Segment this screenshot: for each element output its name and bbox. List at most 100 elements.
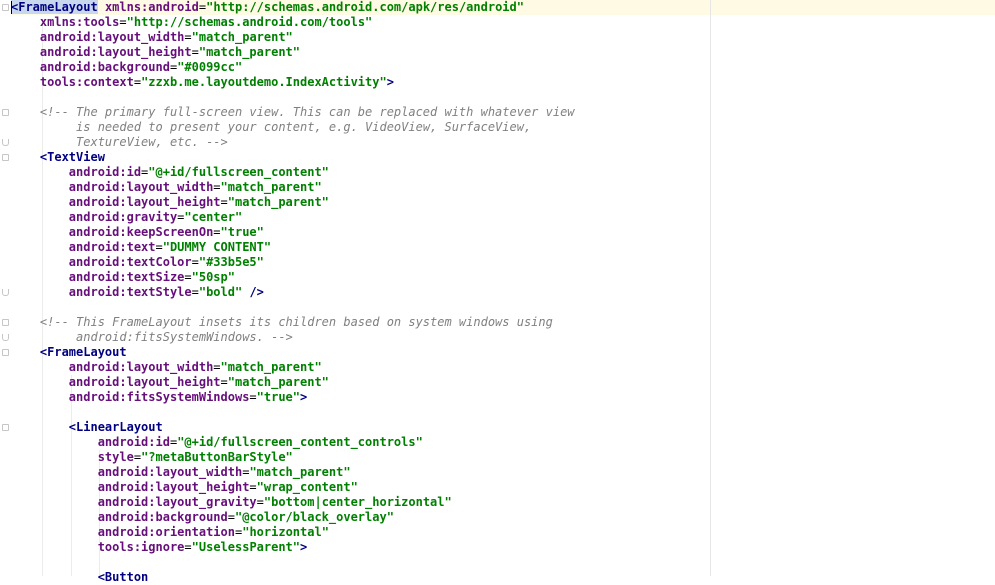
code-token: <!-- The primary full-screen view. This …: [39, 105, 575, 119]
code-token: "?metaButtonBarStyle": [141, 450, 293, 464]
code-line[interactable]: <LinearLayout: [11, 420, 163, 435]
code-line[interactable]: android:background="@color/black_overlay…: [11, 510, 394, 525]
code-line[interactable]: xmlns:tools="http://schemas.android.com/…: [11, 15, 372, 30]
code-token: "true": [220, 225, 264, 239]
code-token: "horizontal": [242, 525, 329, 539]
code-line[interactable]: <Button: [11, 570, 149, 585]
code-token: =: [184, 540, 192, 554]
code-token: xmlns:tools: [39, 15, 120, 29]
code-line[interactable]: android:orientation="horizontal": [11, 525, 329, 540]
code-token: "center": [184, 210, 243, 224]
fold-start-icon[interactable]: [2, 319, 9, 326]
code-line[interactable]: android:textColor="#33b5e5": [11, 255, 264, 270]
code-line[interactable]: tools:ignore="UselessParent">: [11, 540, 308, 555]
code-token: android:keepScreenOn: [68, 225, 214, 239]
fold-end-icon[interactable]: [2, 289, 9, 296]
code-token: "match_parent": [198, 45, 301, 59]
fold-start-icon[interactable]: [2, 109, 9, 116]
fold-start-icon[interactable]: [2, 154, 9, 161]
fold-start-icon[interactable]: [2, 424, 9, 431]
code-line[interactable]: android:gravity="center": [11, 210, 242, 225]
code-line[interactable]: android:layout_gravity="bottom|center_ho…: [11, 495, 452, 510]
text-caret: [11, 1, 12, 14]
code-line[interactable]: android:fitsSystemWindows="true">: [11, 390, 307, 405]
code-token: android:textStyle: [68, 285, 192, 299]
code-line[interactable]: android:layout_width="match_parent": [11, 180, 322, 195]
code-line[interactable]: android:layout_height="match_parent": [11, 45, 300, 60]
code-token: "match_parent": [249, 465, 351, 479]
code-line[interactable]: android:fitsSystemWindows. -->: [11, 330, 293, 345]
code-line[interactable]: TextureView, etc. -->: [11, 135, 228, 150]
code-token: =: [191, 285, 199, 299]
code-line[interactable]: android:layout_width="match_parent": [11, 30, 293, 45]
fold-end-icon[interactable]: [2, 139, 9, 146]
code-token: <Button: [97, 570, 149, 584]
code-line[interactable]: android:textSize="50sp": [11, 270, 235, 285]
code-token: android:layout_width: [39, 30, 185, 44]
code-token: android:layout_height: [68, 375, 221, 389]
code-line[interactable]: android:id="@+id/fullscreen_content_cont…: [11, 435, 423, 450]
code-token: "@+id/fullscreen_content": [148, 165, 329, 179]
code-token: android:text: [68, 240, 156, 254]
code-token: =: [191, 255, 199, 269]
code-line[interactable]: android:layout_width="match_parent": [11, 465, 351, 480]
code-line[interactable]: <!-- This FrameLayout insets its childre…: [11, 315, 553, 330]
code-token: android:layout_width: [68, 180, 214, 194]
code-line[interactable]: android:layout_height="match_parent": [11, 375, 329, 390]
code-token: "zzxb.me.layoutdemo.IndexActivity": [141, 75, 387, 89]
code-token: <TextView: [39, 150, 105, 164]
code-line[interactable]: android:textStyle="bold" />: [11, 285, 264, 300]
code-token: >: [386, 75, 394, 89]
code-token: />: [249, 285, 264, 299]
code-token: android:layout_height: [97, 480, 250, 494]
code-line[interactable]: <FrameLayout: [11, 345, 127, 360]
code-line[interactable]: <FrameLayout xmlns:android="http://schem…: [11, 0, 524, 15]
code-token: =: [220, 195, 228, 209]
code-line[interactable]: style="?metaButtonBarStyle": [11, 450, 293, 465]
code-line[interactable]: android:text="DUMMY CONTENT": [11, 240, 271, 255]
right-margin-guide: [710, 0, 711, 576]
code-token: =: [249, 480, 257, 494]
code-line[interactable]: <TextView: [11, 150, 105, 165]
code-line[interactable]: android:keepScreenOn="true": [11, 225, 264, 240]
code-line[interactable]: android:id="@+id/fullscreen_content": [11, 165, 329, 180]
code-line[interactable]: <!-- The primary full-screen view. This …: [11, 105, 575, 120]
code-token: "match_parent": [220, 180, 322, 194]
code-token: =: [184, 270, 192, 284]
code-token: >: [300, 390, 308, 404]
code-line[interactable]: android:layout_height="wrap_content": [11, 480, 358, 495]
code-token: android:fitsSystemWindows: [68, 390, 250, 404]
code-line[interactable]: tools:context="zzxb.me.layoutdemo.IndexA…: [11, 75, 394, 90]
code-token: "match_parent": [220, 360, 322, 374]
code-line[interactable]: android:layout_width="match_parent": [11, 360, 322, 375]
code-line[interactable]: is needed to present your content, e.g. …: [11, 120, 531, 135]
fold-end-icon[interactable]: [2, 334, 9, 341]
fold-start-icon[interactable]: [2, 349, 9, 356]
code-line[interactable]: android:background="#0099cc": [11, 60, 242, 75]
code-token: =: [213, 225, 221, 239]
code-editor[interactable]: <FrameLayout xmlns:android="http://schem…: [0, 0, 995, 584]
code-token: <!-- This FrameLayout insets its childre…: [39, 315, 553, 329]
code-line[interactable]: android:layout_height="match_parent": [11, 195, 329, 210]
code-token: =: [198, 0, 207, 14]
fold-start-icon[interactable]: [2, 4, 9, 11]
code-token: android:layout_height: [68, 195, 221, 209]
code-token: "bold": [198, 285, 243, 299]
code-token: android:layout_width: [68, 360, 214, 374]
